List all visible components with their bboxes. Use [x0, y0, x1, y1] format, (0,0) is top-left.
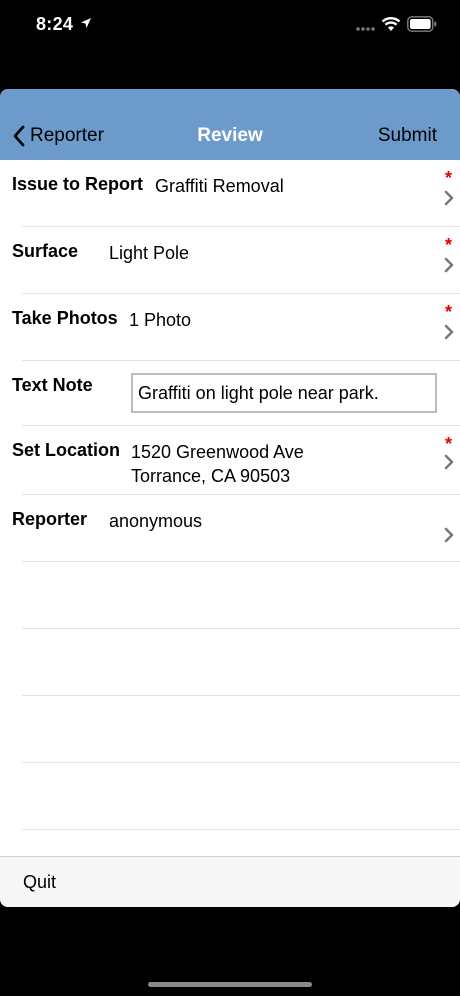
required-asterisk: *	[444, 168, 452, 188]
row-value-line2: Torrance, CA 90503	[131, 466, 291, 486]
chevron-left-icon	[13, 125, 25, 147]
row-value: Light Pole	[109, 243, 190, 263]
empty-row	[0, 562, 460, 629]
wifi-icon	[381, 17, 401, 31]
location-arrow-icon	[81, 18, 91, 28]
navigation-bar: Reporter Review Submit	[0, 89, 460, 160]
empty-row	[0, 696, 460, 763]
row-label: Issue to Report	[12, 174, 144, 194]
row-text-note: Text Note Graffiti on light pole near pa…	[0, 361, 460, 426]
chevron-right-icon	[444, 454, 454, 470]
row-take-photos[interactable]: Take Photos 1 Photo *	[0, 294, 460, 361]
battery-icon	[407, 16, 437, 32]
review-list: Issue to Report Graffiti Removal * Surfa…	[0, 160, 460, 830]
home-indicator[interactable]	[148, 982, 312, 987]
row-label: Surface	[12, 241, 79, 261]
text-note-field[interactable]: Graffiti on light pole near park.	[131, 373, 437, 413]
chevron-right-icon	[444, 257, 454, 273]
chevron-right-icon	[444, 527, 454, 543]
row-reporter[interactable]: Reporter anonymous	[0, 495, 460, 562]
status-bar: 8:24	[0, 0, 460, 52]
row-label: Text Note	[12, 375, 93, 395]
row-label: Reporter	[12, 509, 88, 529]
empty-row	[0, 629, 460, 696]
empty-row	[0, 763, 460, 830]
row-value: Graffiti Removal	[155, 176, 284, 196]
row-surface[interactable]: Surface Light Pole *	[0, 227, 460, 294]
row-label: Set Location	[12, 440, 121, 460]
phone-screen: 8:24 Reporter Review Submit Issue to Rep…	[0, 0, 460, 996]
required-asterisk: *	[444, 434, 452, 454]
signal-dots-icon	[356, 27, 375, 31]
back-button[interactable]: Reporter	[12, 123, 104, 149]
chevron-right-icon	[444, 190, 454, 206]
submit-button[interactable]: Submit	[378, 125, 437, 147]
required-asterisk: *	[444, 302, 452, 322]
back-button-label: Reporter	[30, 125, 104, 146]
required-asterisk: *	[444, 235, 452, 255]
quit-button[interactable]: Quit	[23, 872, 56, 893]
row-value: anonymous	[109, 511, 203, 531]
row-value: 1 Photo	[129, 310, 192, 330]
bottom-toolbar: Quit	[0, 856, 460, 907]
row-issue-to-report[interactable]: Issue to Report Graffiti Removal *	[0, 160, 460, 227]
row-label: Take Photos	[12, 308, 118, 328]
row-set-location[interactable]: Set Location 1520 Greenwood Ave Torrance…	[0, 426, 460, 495]
app-window: Reporter Review Submit Issue to Report G…	[0, 89, 460, 907]
row-value-line1: 1520 Greenwood Ave	[131, 442, 304, 462]
status-time: 8:24	[36, 14, 74, 34]
chevron-right-icon	[444, 324, 454, 340]
